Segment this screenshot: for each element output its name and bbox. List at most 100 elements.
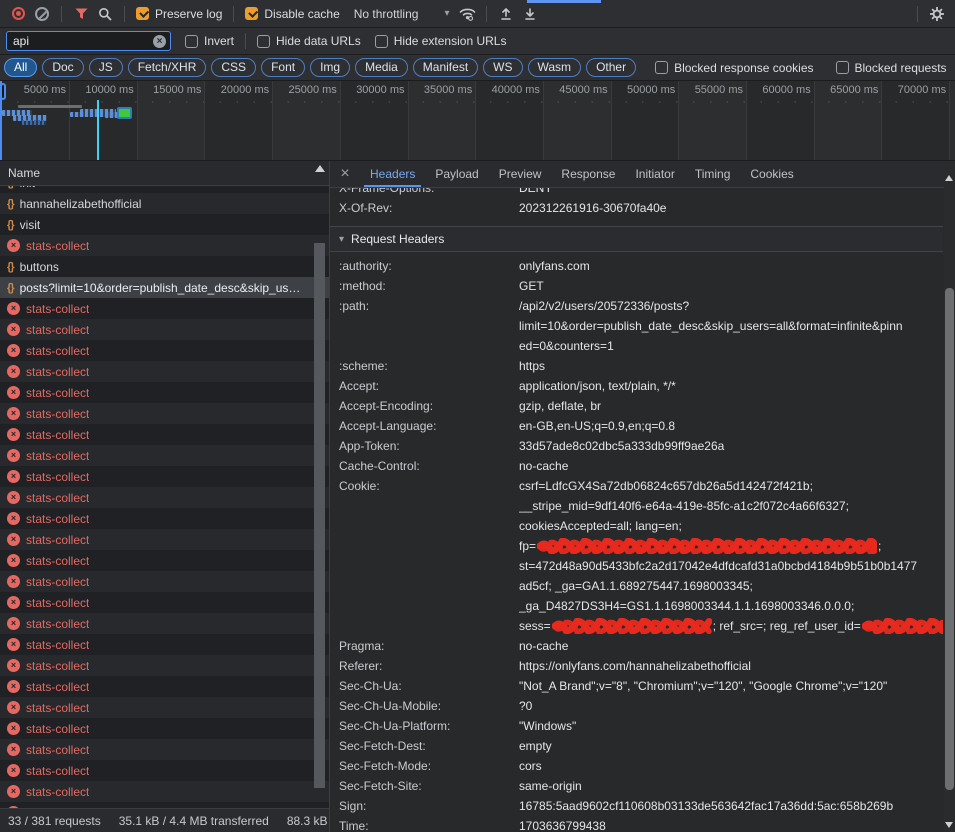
request-headers-section-header[interactable]: ▾Request Headers <box>330 226 943 252</box>
type-filter-pill-media[interactable]: Media <box>355 58 408 77</box>
filter-input-box[interactable]: × <box>6 31 171 51</box>
filter-checkbox-blocked-requests[interactable]: Blocked requests <box>836 61 947 75</box>
request-row[interactable]: ×stats-collect <box>0 592 329 613</box>
tab-headers[interactable]: Headers <box>360 161 425 187</box>
request-row[interactable]: ×stats-collect <box>0 424 329 445</box>
request-row[interactable]: ×stats-collect <box>0 445 329 466</box>
header-name: Cache-Control: <box>330 456 519 476</box>
tab-response[interactable]: Response <box>551 161 625 187</box>
request-row[interactable]: ×stats-collect <box>0 361 329 382</box>
checkbox[interactable] <box>655 61 668 74</box>
request-row[interactable]: ×stats-collect <box>0 760 329 781</box>
type-filter-pill-manifest[interactable]: Manifest <box>413 58 478 77</box>
type-filter-pill-wasm[interactable]: Wasm <box>528 58 582 77</box>
request-row[interactable]: ×stats-collect <box>0 550 329 571</box>
request-row[interactable]: ×stats-collect <box>0 340 329 361</box>
scrollbar-thumb[interactable] <box>945 288 954 790</box>
type-filter-pill-fetch-xhr[interactable]: Fetch/XHR <box>128 58 207 77</box>
checkbox-checked[interactable] <box>245 7 258 20</box>
name-column-header[interactable]: Name <box>0 161 329 186</box>
clipped-header-row: X-Frame-Options:DENY <box>330 188 943 198</box>
type-filter-pill-img[interactable]: Img <box>310 58 350 77</box>
request-row[interactable]: ×stats-collect <box>0 718 329 739</box>
request-row[interactable]: ×stats-collect <box>0 487 329 508</box>
request-row[interactable]: ×stats-collect <box>0 529 329 550</box>
checkbox[interactable] <box>257 35 270 48</box>
request-list-scrollbar[interactable] <box>313 161 327 807</box>
type-filter-pill-ws[interactable]: WS <box>483 58 522 77</box>
request-row[interactable]: {}posts?limit=10&order=publish_date_desc… <box>0 277 329 298</box>
network-overview-timeline[interactable]: 5000 ms10000 ms15000 ms20000 ms25000 ms3… <box>0 81 955 161</box>
filter-checkbox-blocked-response-cookies[interactable]: Blocked response cookies <box>655 61 813 75</box>
hide-data-urls-checkbox[interactable]: Hide data URLs <box>257 34 361 48</box>
request-row[interactable]: ×stats-collect <box>0 298 329 319</box>
type-filter-pill-font[interactable]: Font <box>261 58 305 77</box>
filter-icon[interactable] <box>69 2 93 26</box>
header-value-text: 1703636799438 <box>519 816 606 832</box>
tab-timing[interactable]: Timing <box>685 161 741 187</box>
header-value: no-cache <box>519 636 943 656</box>
request-row[interactable]: ×stats-collect <box>0 655 329 676</box>
settings-gear-icon[interactable] <box>925 2 949 26</box>
error-icon: × <box>7 554 20 567</box>
search-icon[interactable] <box>93 2 117 26</box>
request-row[interactable]: ×stats-collect <box>0 382 329 403</box>
error-icon: × <box>7 428 20 441</box>
tab-payload[interactable]: Payload <box>425 161 488 187</box>
import-har-icon[interactable] <box>494 2 518 26</box>
checkbox-checked[interactable] <box>136 7 149 20</box>
request-row[interactable]: ×stats-collect <box>0 739 329 760</box>
scroll-up-arrow[interactable] <box>945 175 953 181</box>
type-filter-pill-all[interactable]: All <box>4 58 37 77</box>
type-filter-pill-doc[interactable]: Doc <box>42 58 83 77</box>
tab-initiator[interactable]: Initiator <box>625 161 684 187</box>
request-row[interactable]: ×stats-collect <box>0 571 329 592</box>
request-name: stats-collect <box>26 449 89 463</box>
type-filter-pill-other[interactable]: Other <box>586 58 636 77</box>
request-row[interactable]: {}visit <box>0 214 329 235</box>
hide-extension-urls-checkbox[interactable]: Hide extension URLs <box>375 34 507 48</box>
json-file-icon: {} <box>7 198 14 210</box>
record-button[interactable] <box>6 2 30 26</box>
invert-checkbox[interactable]: Invert <box>185 34 234 48</box>
request-row[interactable]: {}buttons <box>0 256 329 277</box>
tab-cookies[interactable]: Cookies <box>740 161 803 187</box>
scrollbar-thumb[interactable] <box>314 243 325 788</box>
header-name: Sec-Ch-Ua-Mobile: <box>330 696 519 716</box>
request-row[interactable]: ×stats-collect <box>0 466 329 487</box>
request-row[interactable]: ×stats-collect <box>0 676 329 697</box>
request-name: stats-collect <box>26 365 89 379</box>
disable-cache-checkbox[interactable]: Disable cache <box>245 7 339 21</box>
scroll-up-arrow[interactable] <box>315 165 325 172</box>
type-filter-pill-css[interactable]: CSS <box>211 58 256 77</box>
close-icon[interactable]: × <box>330 161 360 187</box>
export-har-icon[interactable] <box>518 2 542 26</box>
header-name: Sec-Fetch-Mode: <box>330 756 519 776</box>
checkbox[interactable] <box>836 61 849 74</box>
request-row[interactable]: ×stats-collect <box>0 634 329 655</box>
request-row[interactable]: ×stats-collect <box>0 235 329 256</box>
request-row[interactable]: ×stats-collect <box>0 319 329 340</box>
checkbox[interactable] <box>185 35 198 48</box>
waterfall-bar <box>117 107 132 119</box>
request-row[interactable]: ×stats-collect <box>0 613 329 634</box>
preserve-log-checkbox[interactable]: Preserve log <box>136 7 222 21</box>
request-row[interactable]: ×stats-collect <box>0 781 329 802</box>
filter-input[interactable] <box>13 34 153 48</box>
tab-preview[interactable]: Preview <box>489 161 552 187</box>
throttling-dropdown[interactable]: No throttling ▾ <box>354 7 450 21</box>
type-filter-pill-js[interactable]: JS <box>89 58 123 77</box>
request-row[interactable]: {}init <box>0 186 329 193</box>
request-row[interactable]: ×stats-collect <box>0 697 329 718</box>
clear-filter-icon[interactable]: × <box>153 35 166 48</box>
network-conditions-icon[interactable] <box>455 2 479 26</box>
details-scrollbar[interactable] <box>944 161 955 832</box>
request-name: stats-collect <box>26 764 89 778</box>
checkbox[interactable] <box>375 35 388 48</box>
request-row[interactable]: ×stats-collect <box>0 508 329 529</box>
request-row[interactable]: ×stats-collect <box>0 403 329 424</box>
request-row[interactable]: {}hannahelizabethofficial <box>0 193 329 214</box>
overview-range-handle[interactable] <box>0 83 6 100</box>
clear-button[interactable] <box>30 2 54 26</box>
scroll-down-arrow[interactable] <box>945 822 953 828</box>
